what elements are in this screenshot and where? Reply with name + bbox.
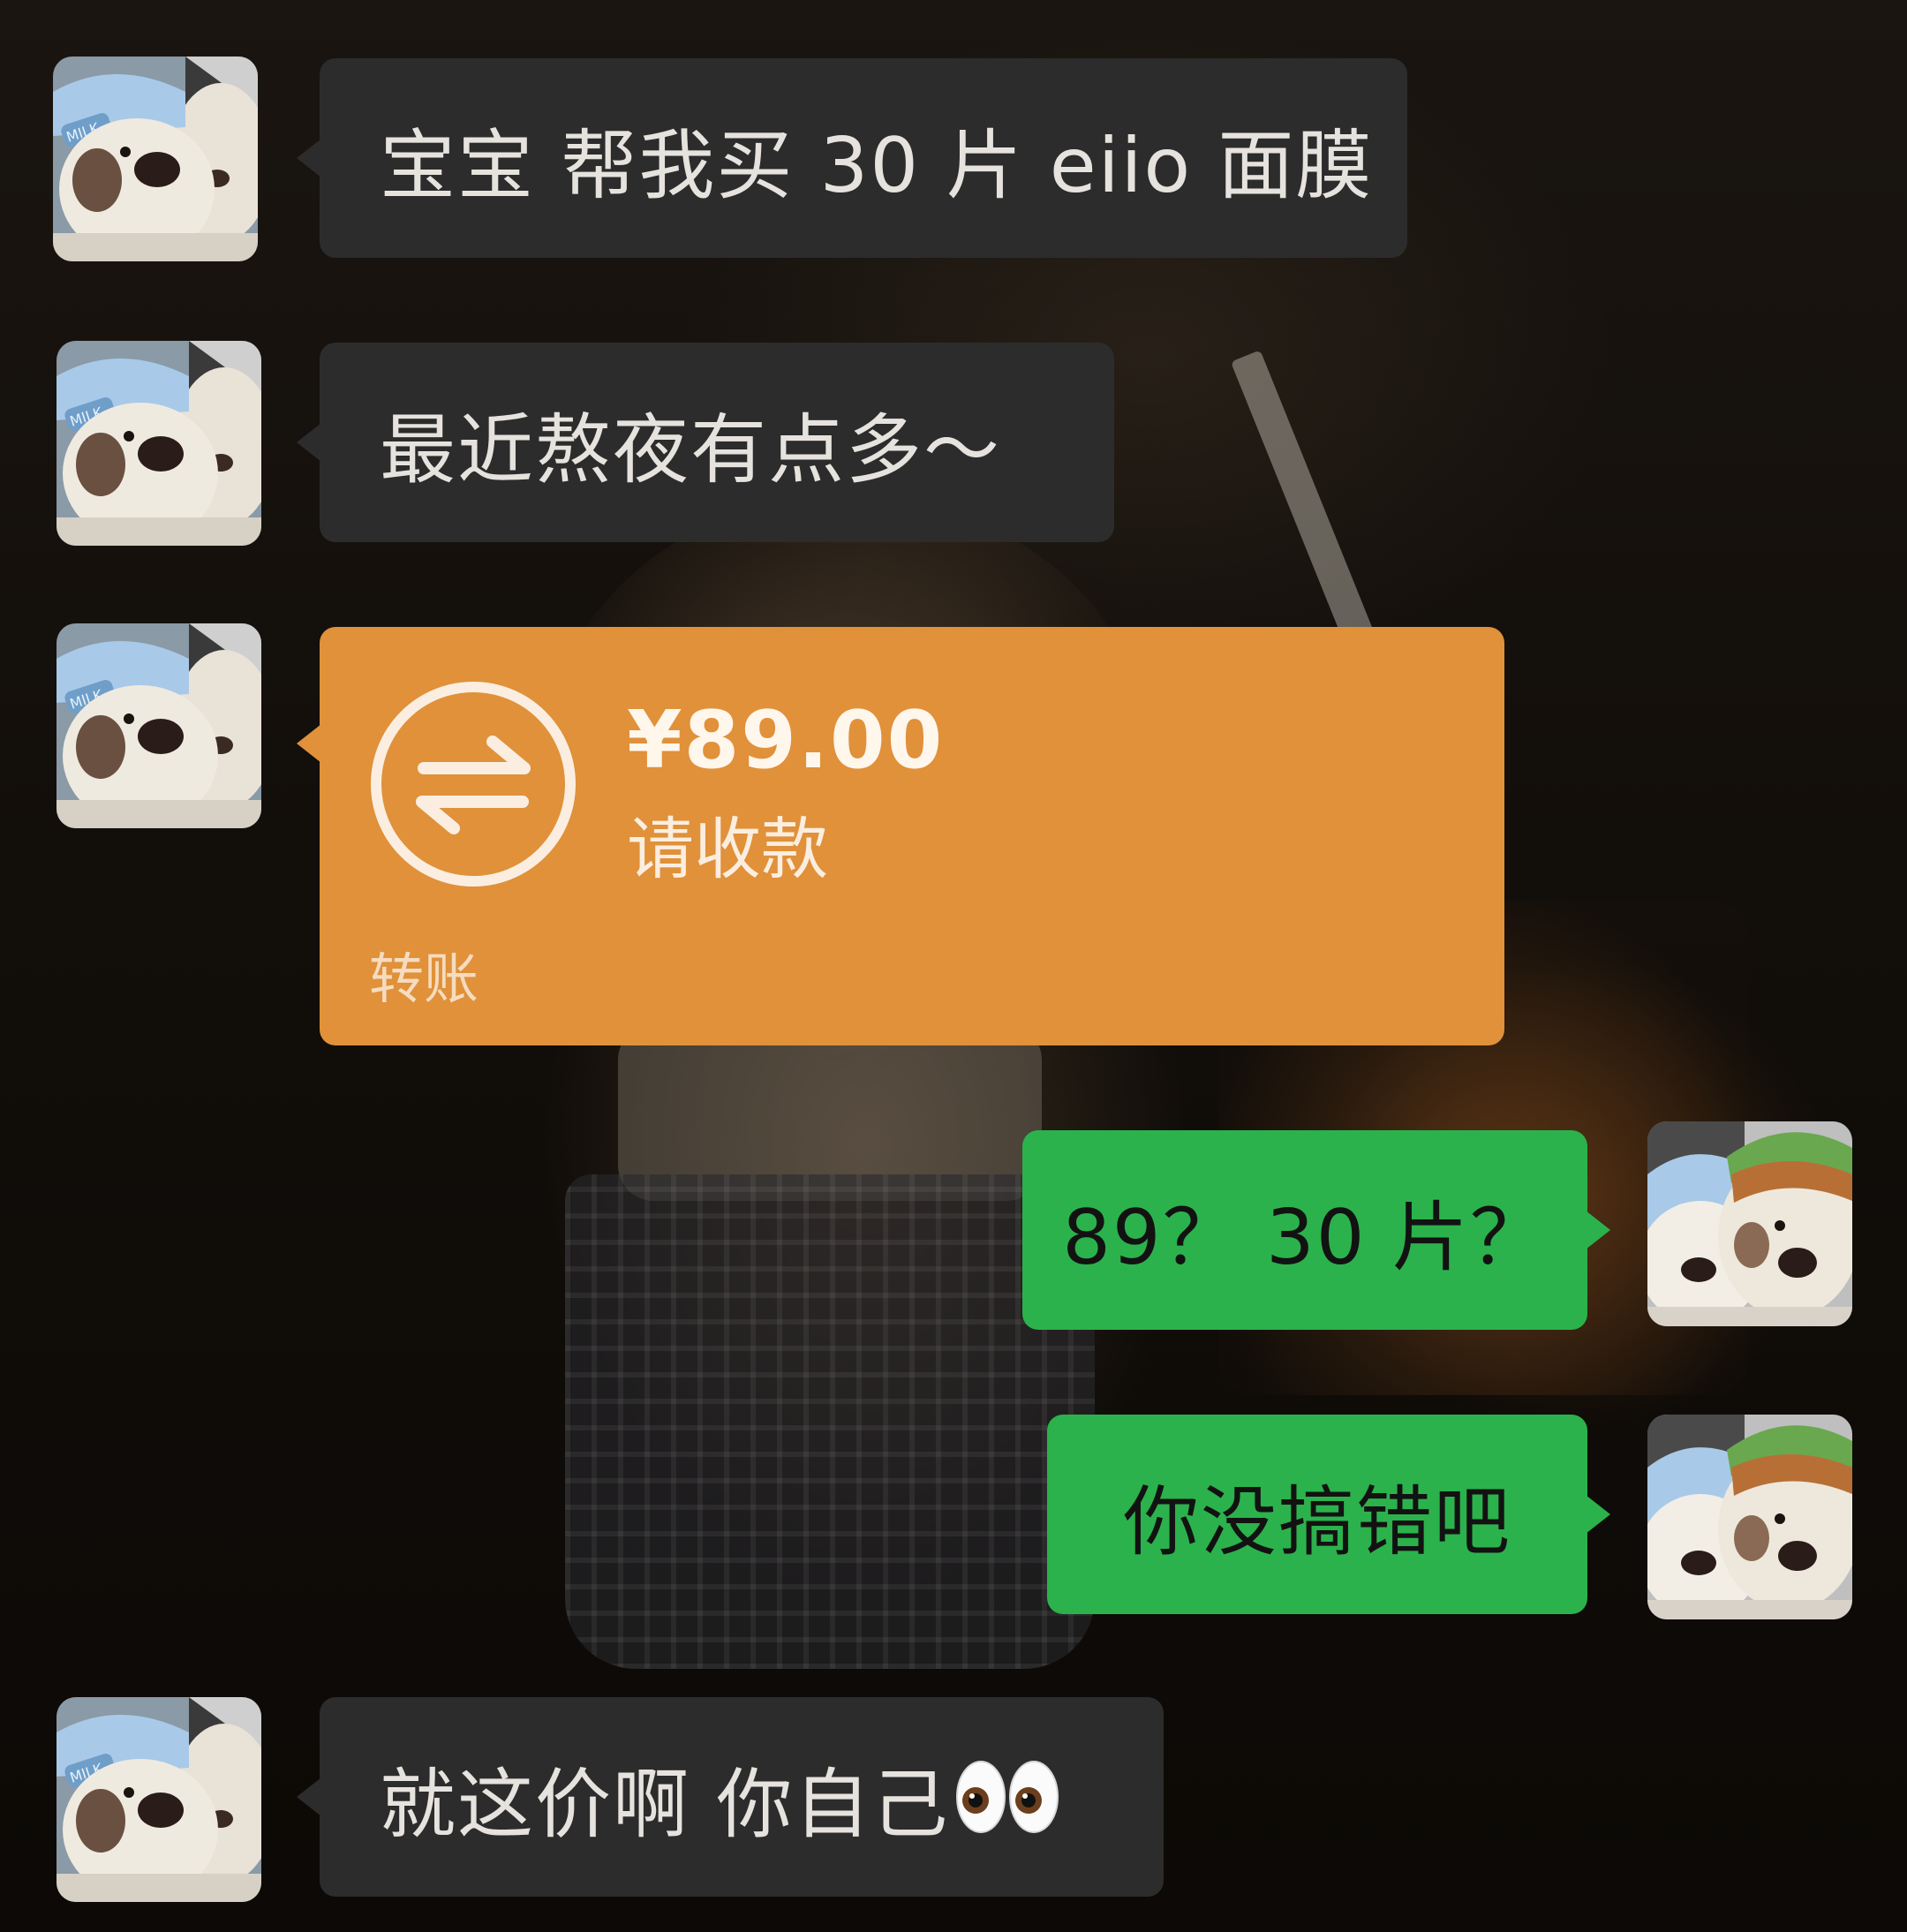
background-doll-skirt [565, 1174, 1095, 1669]
message-text: 89？ 30 片？ [1062, 1193, 1548, 1282]
transfer-request-card[interactable]: ¥89.00 请收款 转账 [297, 627, 1504, 1045]
contact-avatar[interactable] [57, 1697, 261, 1902]
message-text: 宝宝 帮我买 30 片 eiio 面膜 [380, 121, 1374, 210]
my-avatar[interactable] [1647, 1415, 1852, 1619]
message-bubble-outgoing[interactable]: 89？ 30 片？ [1022, 1130, 1610, 1330]
message-bubble-incoming[interactable]: 宝宝 帮我买 30 片 eiio 面膜 [297, 58, 1407, 258]
message-bubble-incoming[interactable]: 最近熬夜有点多～ [297, 343, 1114, 542]
message-bubble-outgoing[interactable]: 你没搞错吧 [1047, 1415, 1610, 1614]
eyes-emoji-icon [956, 1761, 1059, 1833]
transfer-icon [371, 682, 576, 887]
my-avatar[interactable] [1647, 1121, 1852, 1326]
transfer-amount: ¥89.00 [627, 694, 945, 787]
message-text: 最近熬夜有点多～ [380, 405, 1001, 494]
transfer-status: 请收款 [627, 810, 828, 888]
contact-avatar[interactable] [53, 57, 258, 261]
message-bubble-incoming[interactable]: 就这价啊 你自己 [297, 1697, 1164, 1897]
contact-avatar[interactable] [57, 623, 261, 828]
transfer-label: 转账 [369, 947, 479, 1011]
message-text: 你没搞错吧 [1123, 1477, 1511, 1566]
contact-avatar[interactable] [57, 341, 261, 546]
background-straw [1230, 350, 1380, 657]
message-text: 就这价啊 你自己 [380, 1760, 950, 1849]
